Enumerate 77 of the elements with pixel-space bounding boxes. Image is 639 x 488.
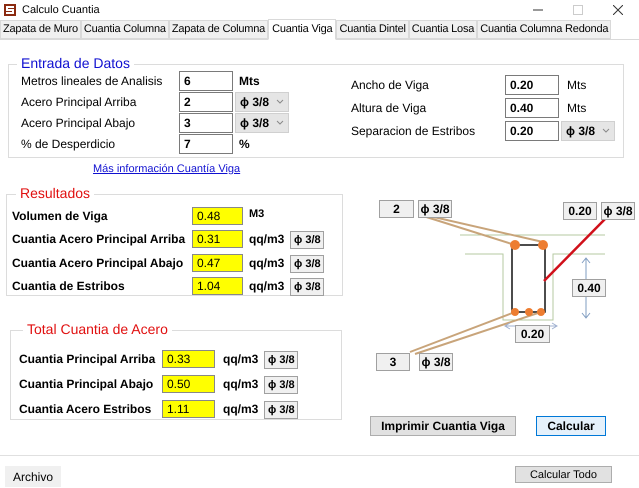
field-label: Separacion de Estribos xyxy=(351,122,476,140)
unit-label: qq/m3 xyxy=(249,278,284,296)
result-label: Volumen de Viga xyxy=(12,208,109,225)
dimension-label: 0.40 xyxy=(572,279,606,297)
info-link[interactable]: Más información Cuantía Viga xyxy=(93,161,240,178)
group-title: Resultados xyxy=(20,185,90,201)
result-value: 1.11 xyxy=(162,400,215,418)
input-field[interactable]: 3 xyxy=(179,112,233,132)
bar-size-button[interactable]: ϕ 3/8 xyxy=(264,376,298,394)
result-value: 0.50 xyxy=(162,374,215,392)
result-label: Cuantia Acero Principal Arriba xyxy=(12,231,186,248)
group-title: Entrada de Datos xyxy=(21,55,130,71)
result-value: 0.47 xyxy=(192,254,243,272)
bar-size-button[interactable]: ϕ 3/8 xyxy=(290,254,324,273)
result-label: Cuantia Acero Principal Abajo xyxy=(12,254,184,272)
chevron-icon xyxy=(602,128,610,133)
tab[interactable]: Zapata de Muro xyxy=(0,20,81,39)
bar-size-button[interactable]: ϕ 3/8 xyxy=(290,278,324,296)
field-label: Acero Principal Arriba xyxy=(21,94,138,110)
chevron-icon xyxy=(276,99,284,104)
result-label: Cuantia de Estribos xyxy=(12,278,126,296)
input-field[interactable]: 0.20 xyxy=(505,120,559,140)
calculate-button[interactable]: Calcular xyxy=(536,416,606,436)
tab[interactable]: Cuantia Columna Redonda xyxy=(477,20,612,39)
unit-label: qq/m3 xyxy=(223,376,258,392)
bar-size-button[interactable]: ϕ 3/8 xyxy=(290,231,324,250)
unit-label: M3 xyxy=(249,207,264,222)
input-field[interactable]: 6 xyxy=(179,70,233,90)
bar-size-label: ϕ 3/8 xyxy=(419,353,453,371)
unit-label: Mts xyxy=(567,76,586,94)
tab[interactable]: Cuantia Dintel xyxy=(336,20,409,39)
result-label: Cuantia Principal Arriba xyxy=(19,350,156,368)
bar-size-button[interactable]: ϕ 3/8 xyxy=(264,400,298,418)
input-field[interactable]: 2 xyxy=(179,92,233,112)
dropdown[interactable]: ϕ 3/8 xyxy=(235,112,289,132)
unit-label: qq/m3 xyxy=(249,254,284,272)
field-label: Altura de Viga xyxy=(351,100,428,116)
app-icon xyxy=(4,4,16,16)
result-value: 1.04 xyxy=(192,277,243,296)
unit-label: qq/m3 xyxy=(223,350,258,368)
unit-label: qq/m3 xyxy=(223,400,258,418)
unit-label: Mts xyxy=(567,100,586,116)
input-field[interactable]: 7 xyxy=(179,134,233,154)
tab[interactable]: Cuantia Viga xyxy=(268,19,336,40)
dimension-label: 0.20 xyxy=(515,325,550,343)
bar-count-label: 3 xyxy=(376,353,410,371)
result-value: 0.48 xyxy=(192,206,243,225)
chevron-icon xyxy=(276,120,284,125)
tab[interactable]: Cuantia Columna xyxy=(80,20,169,39)
bar-size-label: ϕ 3/8 xyxy=(601,202,635,220)
field-label: Acero Principal Abajo xyxy=(21,114,136,132)
result-label: Cuantia Principal Abajo xyxy=(19,376,154,392)
input-field[interactable]: 0.40 xyxy=(505,98,559,118)
unit-label: qq/m3 xyxy=(249,231,284,248)
result-value: 0.31 xyxy=(192,230,243,248)
input-field[interactable]: 0.20 xyxy=(505,74,559,94)
dropdown[interactable]: ϕ 3/8 xyxy=(561,120,615,140)
result-value: 0.33 xyxy=(162,350,215,368)
print-button[interactable]: Imprimir Cuantia Viga xyxy=(370,416,516,436)
tab[interactable]: Zapata de Columna xyxy=(168,20,268,39)
field-label: % de Desperdicio xyxy=(21,136,116,152)
window-title: Calculo Cuantia xyxy=(22,2,100,18)
calculate-all-button[interactable]: Calcular Todo xyxy=(515,466,612,483)
spacing-label: 0.20 xyxy=(563,202,597,220)
unit-label: Mts xyxy=(239,72,260,90)
bar-count-label: 2 xyxy=(379,200,414,218)
close-icon[interactable] xyxy=(613,5,623,15)
field-label: Ancho de Viga xyxy=(351,76,430,94)
bar-size-label: ϕ 3/8 xyxy=(418,200,452,218)
tab[interactable]: Cuantia Losa xyxy=(408,20,478,39)
file-button[interactable]: Archivo xyxy=(5,466,61,487)
bar-size-button[interactable]: ϕ 3/8 xyxy=(264,350,298,368)
unit-label: % xyxy=(239,136,250,152)
field-label: Metros lineales de Analisis xyxy=(21,72,164,90)
dropdown[interactable]: ϕ 3/8 xyxy=(235,92,289,112)
result-label: Cuantia Acero Estribos xyxy=(19,400,152,418)
group-title: Total Cuantia de Acero xyxy=(27,321,168,337)
